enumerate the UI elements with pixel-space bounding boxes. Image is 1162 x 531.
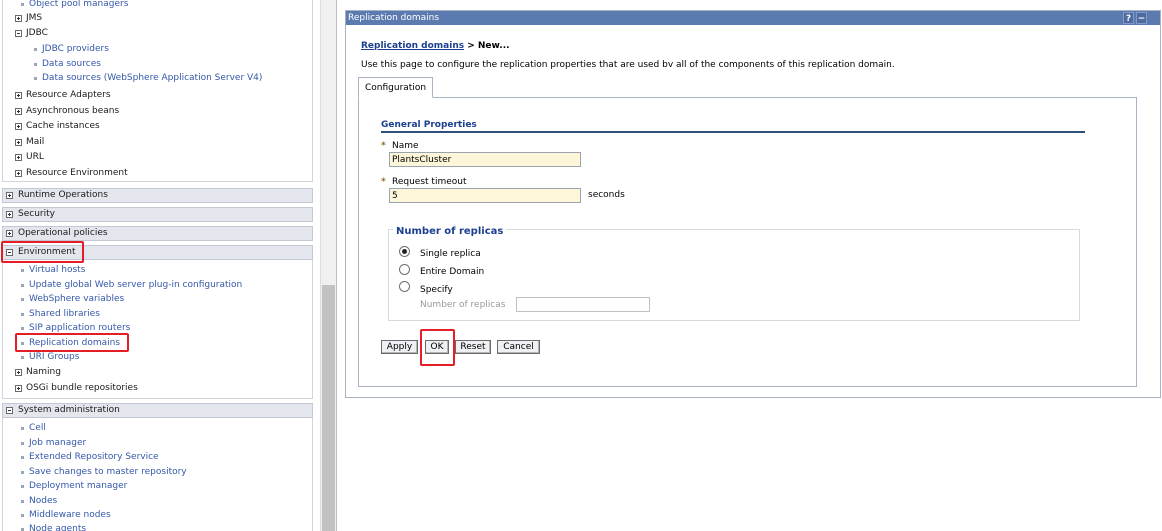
nav-item-node-agents[interactable]: Node agents [0,522,316,531]
nav-group-naming[interactable]: Naming [0,365,316,380]
replicas-count-label: Number of replicas [420,300,506,310]
section-divider [381,131,1085,133]
pane-divider[interactable] [336,0,337,531]
bullet-icon [21,298,24,301]
nav-link-label[interactable]: Node agents [29,522,86,531]
radio-single-replica[interactable] [399,246,410,257]
radio-entire-domain[interactable] [399,264,410,275]
nav-link-label[interactable]: Cell [29,421,46,436]
section-system-administration[interactable]: System administration [2,403,313,418]
nav-item-update-plugin[interactable]: Update global Web server plug-in configu… [0,278,316,293]
nav-item-uri-groups[interactable]: URI Groups [0,350,316,365]
replicas-legend: Number of replicas [393,226,507,237]
nav-item-middleware-nodes[interactable]: Middleware nodes [0,508,316,523]
radio-specify[interactable] [399,281,410,292]
bullet-icon [21,356,24,359]
expand-icon[interactable] [15,369,22,376]
bullet-icon [21,485,24,488]
breadcrumb-current: > New... [464,41,510,51]
collapse-icon[interactable] [6,407,13,414]
radio-label-single-replica[interactable]: Single replica [420,249,481,259]
name-label: Name [392,141,419,151]
bullet-icon [21,427,24,430]
nav-item-nodes[interactable]: Nodes [0,494,316,509]
panel-title: Replication domains [348,13,440,23]
nav-link-label[interactable]: URI Groups [29,350,79,365]
expand-icon[interactable] [6,211,13,218]
highlight-box-replication-domains [15,333,129,352]
bullet-icon [21,514,24,517]
bullet-icon [21,442,24,445]
nav-link-label[interactable]: WebSphere variables [29,292,124,307]
nav-link-label[interactable]: Job manager [29,436,86,451]
section-security[interactable]: Security [2,207,313,222]
tab-configuration[interactable]: Configuration [358,77,434,98]
section-label[interactable]: System administration [18,404,120,417]
nav-item-extended-repository-service[interactable]: Extended Repository Service [0,450,316,465]
name-input[interactable]: PlantsCluster [389,152,581,167]
request-timeout-label: Request timeout [392,177,467,187]
bullet-icon [21,471,24,474]
required-icon: * [381,177,386,187]
nav-link-label[interactable]: Virtual hosts [29,263,85,278]
nav-item-cell[interactable]: Cell [0,421,316,436]
breadcrumb-link-replication-domains[interactable]: Replication domains [361,41,464,51]
nav-link-label[interactable]: Shared libraries [29,307,100,322]
expand-icon[interactable] [6,230,13,237]
section-label[interactable]: Runtime Operations [18,189,108,202]
resources-section-body [2,0,313,182]
cancel-button[interactable]: Cancel [497,340,540,354]
nav-item-job-manager[interactable]: Job manager [0,436,316,451]
nav-item-save-changes[interactable]: Save changes to master repository [0,465,316,480]
nav-scrollbar-thumb[interactable] [322,285,335,531]
navigation-tree: Object pool managers JMS JDBC JDBC provi… [0,0,316,531]
timeout-unit-label: seconds [588,190,625,200]
bullet-icon [21,313,24,316]
reset-button[interactable]: Reset [455,340,491,354]
radio-label-specify[interactable]: Specify [420,285,453,295]
request-timeout-input[interactable]: 5 [389,188,581,203]
nav-item-deployment-manager[interactable]: Deployment manager [0,479,316,494]
nav-group-osgi-bundle-repositories[interactable]: OSGi bundle repositories [0,381,316,396]
nav-item-shared-libraries[interactable]: Shared libraries [0,307,316,322]
page-description: Use this page to configure the replicati… [361,60,895,70]
nav-link-label[interactable]: Save changes to master repository [29,465,187,480]
replicas-count-input[interactable] [516,297,650,312]
configuration-tab-panel: General Properties * Name PlantsCluster … [358,97,1137,387]
radio-label-entire-domain[interactable]: Entire Domain [420,267,484,277]
general-properties-heading: General Properties [381,120,477,130]
bullet-icon [21,284,24,287]
expand-icon[interactable] [6,192,13,199]
section-operational-policies[interactable]: Operational policies [2,226,313,241]
section-label[interactable]: Operational policies [18,227,108,240]
nav-item-virtual-hosts[interactable]: Virtual hosts [0,263,316,278]
nav-group-label[interactable]: Naming [26,365,61,380]
bullet-icon [21,327,24,330]
bullet-icon [21,269,24,272]
nav-link-label[interactable]: Middleware nodes [29,508,111,523]
expand-icon[interactable] [15,385,22,392]
nav-item-websphere-variables[interactable]: WebSphere variables [0,292,316,307]
minimize-icon[interactable]: − [1136,12,1147,24]
apply-button[interactable]: Apply [381,340,418,354]
breadcrumb: Replication domains > New... [361,41,510,51]
nav-link-label[interactable]: Update global Web server plug-in configu… [29,278,242,293]
bullet-icon [21,456,24,459]
highlight-box-ok [420,329,455,366]
highlight-box-environment [1,241,84,263]
bullet-icon [21,500,24,503]
nav-link-label[interactable]: Nodes [29,494,57,509]
panel-titlebar: Replication domains ? − [346,11,1160,25]
nav-link-label[interactable]: Deployment manager [29,479,127,494]
help-icon[interactable]: ? [1123,12,1134,24]
nav-group-label[interactable]: OSGi bundle repositories [26,381,138,396]
required-icon: * [381,141,386,151]
nav-link-label[interactable]: Extended Repository Service [29,450,159,465]
replication-domains-panel: Replication domains ? − Replication doma… [345,10,1161,398]
section-label[interactable]: Security [18,208,55,221]
section-runtime-operations[interactable]: Runtime Operations [2,188,313,203]
